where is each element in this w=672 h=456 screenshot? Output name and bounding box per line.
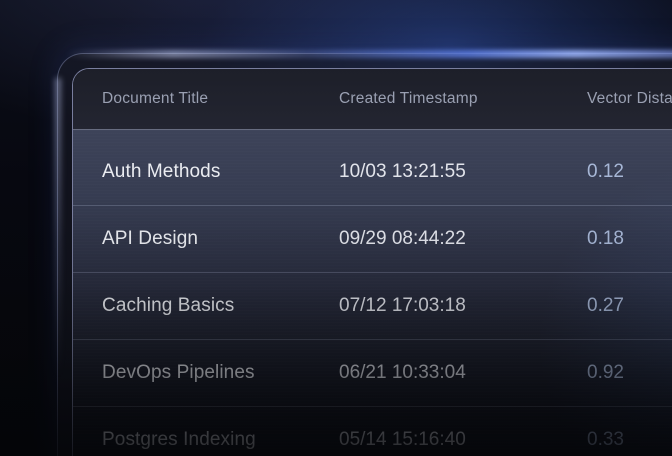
panel-left-edge-highlight [55,78,61,378]
created-timestamp-cell: 10/03 13:21:55 [339,161,587,183]
table-body: Auth Methods 10/03 13:21:55 0.12 API Des… [73,130,672,456]
documents-table: Document Title Created Timestamp Vector … [72,68,672,456]
vector-distance-cell: 0.33 [587,429,672,451]
created-timestamp-cell: 09/29 08:44:22 [339,228,587,250]
column-header-created-timestamp: Created Timestamp [339,90,587,108]
table-row-caching-basics[interactable]: Caching Basics 07/12 17:03:18 0.27 [73,273,672,340]
document-title-cell: API Design [73,228,339,250]
document-title-cell: DevOps Pipelines [73,362,339,384]
vector-distance-cell: 0.92 [587,362,672,384]
created-timestamp-cell: 05/14 15:16:40 [339,429,587,451]
column-header-document-title: Document Title [73,90,339,108]
documents-glass-panel: Document Title Created Timestamp Vector … [57,53,672,456]
document-title-cell: Auth Methods [73,161,339,183]
vector-distance-cell: 0.12 [587,161,672,183]
table-row-api-design[interactable]: API Design 09/29 08:44:22 0.18 [73,206,672,273]
table-row-devops-pipelines[interactable]: DevOps Pipelines 06/21 10:33:04 0.92 [73,340,672,407]
created-timestamp-cell: 06/21 10:33:04 [339,362,587,384]
table-header-row: Document Title Created Timestamp Vector … [73,69,672,130]
table-row-auth-methods[interactable]: Auth Methods 10/03 13:21:55 0.12 [73,139,672,206]
vector-distance-cell: 0.18 [587,228,672,250]
screenshot-viewport: Document Title Created Timestamp Vector … [0,0,672,456]
created-timestamp-cell: 07/12 17:03:18 [339,295,587,317]
table-row-postgres-indexing[interactable]: Postgres Indexing 05/14 15:16:40 0.33 [73,407,672,456]
document-title-cell: Caching Basics [73,295,339,317]
column-header-vector-distance: Vector Distance [587,90,672,108]
panel-top-edge-highlight [66,50,672,58]
vector-distance-cell: 0.27 [587,295,672,317]
document-title-cell: Postgres Indexing [73,429,339,451]
